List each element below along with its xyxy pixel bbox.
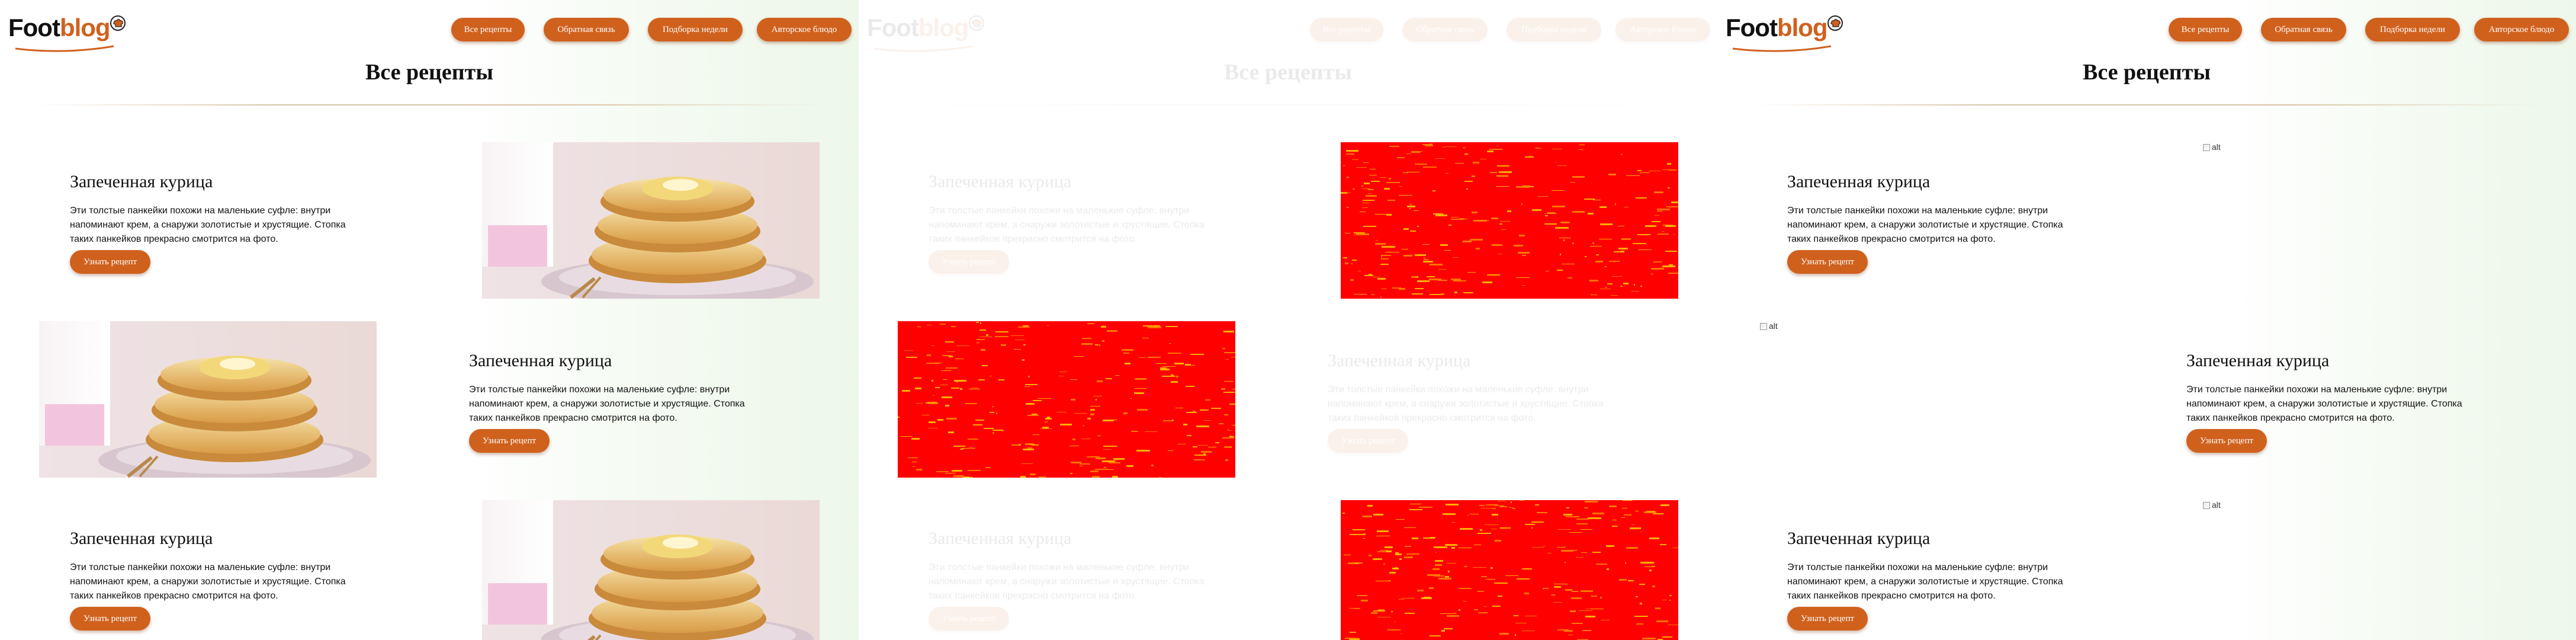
recipe-learn-button[interactable]: Узнать рецепт: [1328, 429, 1408, 453]
recipe-description: Эти толстые панкейки похожи на маленькие…: [469, 385, 745, 423]
page-title: Все рецепты: [2082, 60, 2211, 85]
nav-feedback-button[interactable]: Обратная связь: [1402, 18, 1488, 41]
site-logo[interactable]: Footblog: [867, 13, 985, 55]
logo-text: Footblog: [8, 14, 111, 41]
broken-image[interactable]: alt: [2203, 142, 2221, 152]
image-mask-region: [1341, 142, 1678, 299]
recipe-learn-button[interactable]: Узнать рецепт: [70, 250, 150, 274]
recipe-learn-button[interactable]: Узнать рецепт: [70, 607, 150, 631]
recipe-description: Эти толстые панкейки похожи на маленькие…: [1328, 385, 1604, 423]
image-mask-region: [1341, 500, 1678, 640]
recipe-title: Запеченная курица: [929, 172, 1072, 191]
nav-weekly-picks-button[interactable]: Подборка недели: [2365, 18, 2460, 41]
recipe-description: Эти толстые панкейки похожи на маленькие…: [1787, 562, 2063, 601]
recipe-description: Эти толстые панкейки похожи на маленькие…: [929, 562, 1205, 601]
nav-weekly-picks-button[interactable]: Подборка недели: [648, 18, 743, 41]
logo-text: Footblog: [1726, 14, 1828, 41]
screenshot-panel-broken-images: Footblog Все рецепты Обратная связь Подб…: [1717, 0, 2576, 640]
broken-image-icon: [1760, 323, 1767, 330]
nav-author-dish-button[interactable]: Авторское блюдо: [1615, 18, 1710, 41]
recipe-description: Эти толстые панкейки похожи на маленькие…: [929, 206, 1205, 244]
nav-feedback-button[interactable]: Обратная связь: [544, 18, 629, 41]
site-logo[interactable]: Footblog: [8, 13, 127, 55]
recipe-learn-button[interactable]: Узнать рецепт: [1787, 607, 1868, 631]
nav-all-recipes-button[interactable]: Все рецепты: [451, 18, 525, 41]
recipe-learn-button[interactable]: Узнать рецепт: [2186, 429, 2267, 453]
recipe-learn-button[interactable]: Узнать рецепт: [929, 607, 1009, 631]
page-title: Все рецепты: [365, 60, 494, 85]
nav-all-recipes-button[interactable]: Все рецепты: [1310, 18, 1383, 41]
recipe-photo[interactable]: [482, 142, 820, 299]
recipe-description: Эти толстые панкейки похожи на маленькие…: [2186, 385, 2462, 423]
site-logo[interactable]: Footblog: [1726, 13, 1844, 55]
title-divider: [1753, 104, 2540, 105]
nav-weekly-picks-button[interactable]: Подборка недели: [1507, 18, 1601, 41]
chef-hat-icon: [1827, 15, 1843, 31]
recipe-title: Запеченная курица: [1328, 351, 1471, 370]
recipe-learn-button[interactable]: Узнать рецепт: [929, 250, 1009, 274]
screenshot-panel-normal: Footblog Все рецепты Обратная связь Подб…: [0, 0, 859, 640]
nav-feedback-button[interactable]: Обратная связь: [2261, 18, 2346, 41]
title-divider: [894, 104, 1682, 105]
logo-swoosh: [873, 45, 973, 52]
title-divider: [36, 104, 823, 105]
recipe-title: Запеченная курица: [2186, 351, 2330, 370]
recipe-learn-button[interactable]: Узнать рецепт: [469, 429, 550, 453]
logo-text: Footblog: [867, 14, 969, 41]
broken-image[interactable]: alt: [1760, 321, 1778, 331]
broken-image-icon: [2203, 502, 2210, 509]
recipe-learn-button[interactable]: Узнать рецепт: [1787, 250, 1868, 274]
screenshot-panel-faded: Footblog Все рецепты Обратная связь Подб…: [859, 0, 1717, 640]
recipe-title: Запеченная курица: [70, 529, 213, 548]
logo-swoosh: [15, 45, 114, 52]
nav-author-dish-button[interactable]: Авторское блюдо: [757, 18, 852, 41]
chef-hat-icon: [110, 15, 126, 31]
broken-image-icon: [2203, 144, 2210, 151]
recipe-description: Эти толстые панкейки похожи на маленькие…: [70, 562, 346, 601]
recipe-description: Эти толстые панкейки похожи на маленькие…: [1787, 206, 2063, 244]
recipe-photo[interactable]: [482, 500, 820, 640]
nav-all-recipes-button[interactable]: Все рецепты: [2169, 18, 2242, 41]
broken-image[interactable]: alt: [2203, 500, 2221, 510]
chef-hat-icon: [969, 15, 984, 31]
recipe-description: Эти толстые панкейки похожи на маленькие…: [70, 206, 346, 244]
nav-author-dish-button[interactable]: Авторское блюдо: [2474, 18, 2569, 41]
logo-swoosh: [1732, 45, 1832, 52]
image-mask-region: [898, 321, 1235, 478]
recipe-title: Запеченная курица: [1787, 172, 1931, 191]
recipe-title: Запеченная курица: [469, 351, 612, 370]
page-title: Все рецепты: [1223, 60, 1353, 85]
recipe-title: Запеченная курица: [1787, 529, 1931, 548]
recipe-title: Запеченная курица: [70, 172, 213, 191]
recipe-title: Запеченная курица: [929, 529, 1072, 548]
recipe-photo[interactable]: [39, 321, 377, 478]
